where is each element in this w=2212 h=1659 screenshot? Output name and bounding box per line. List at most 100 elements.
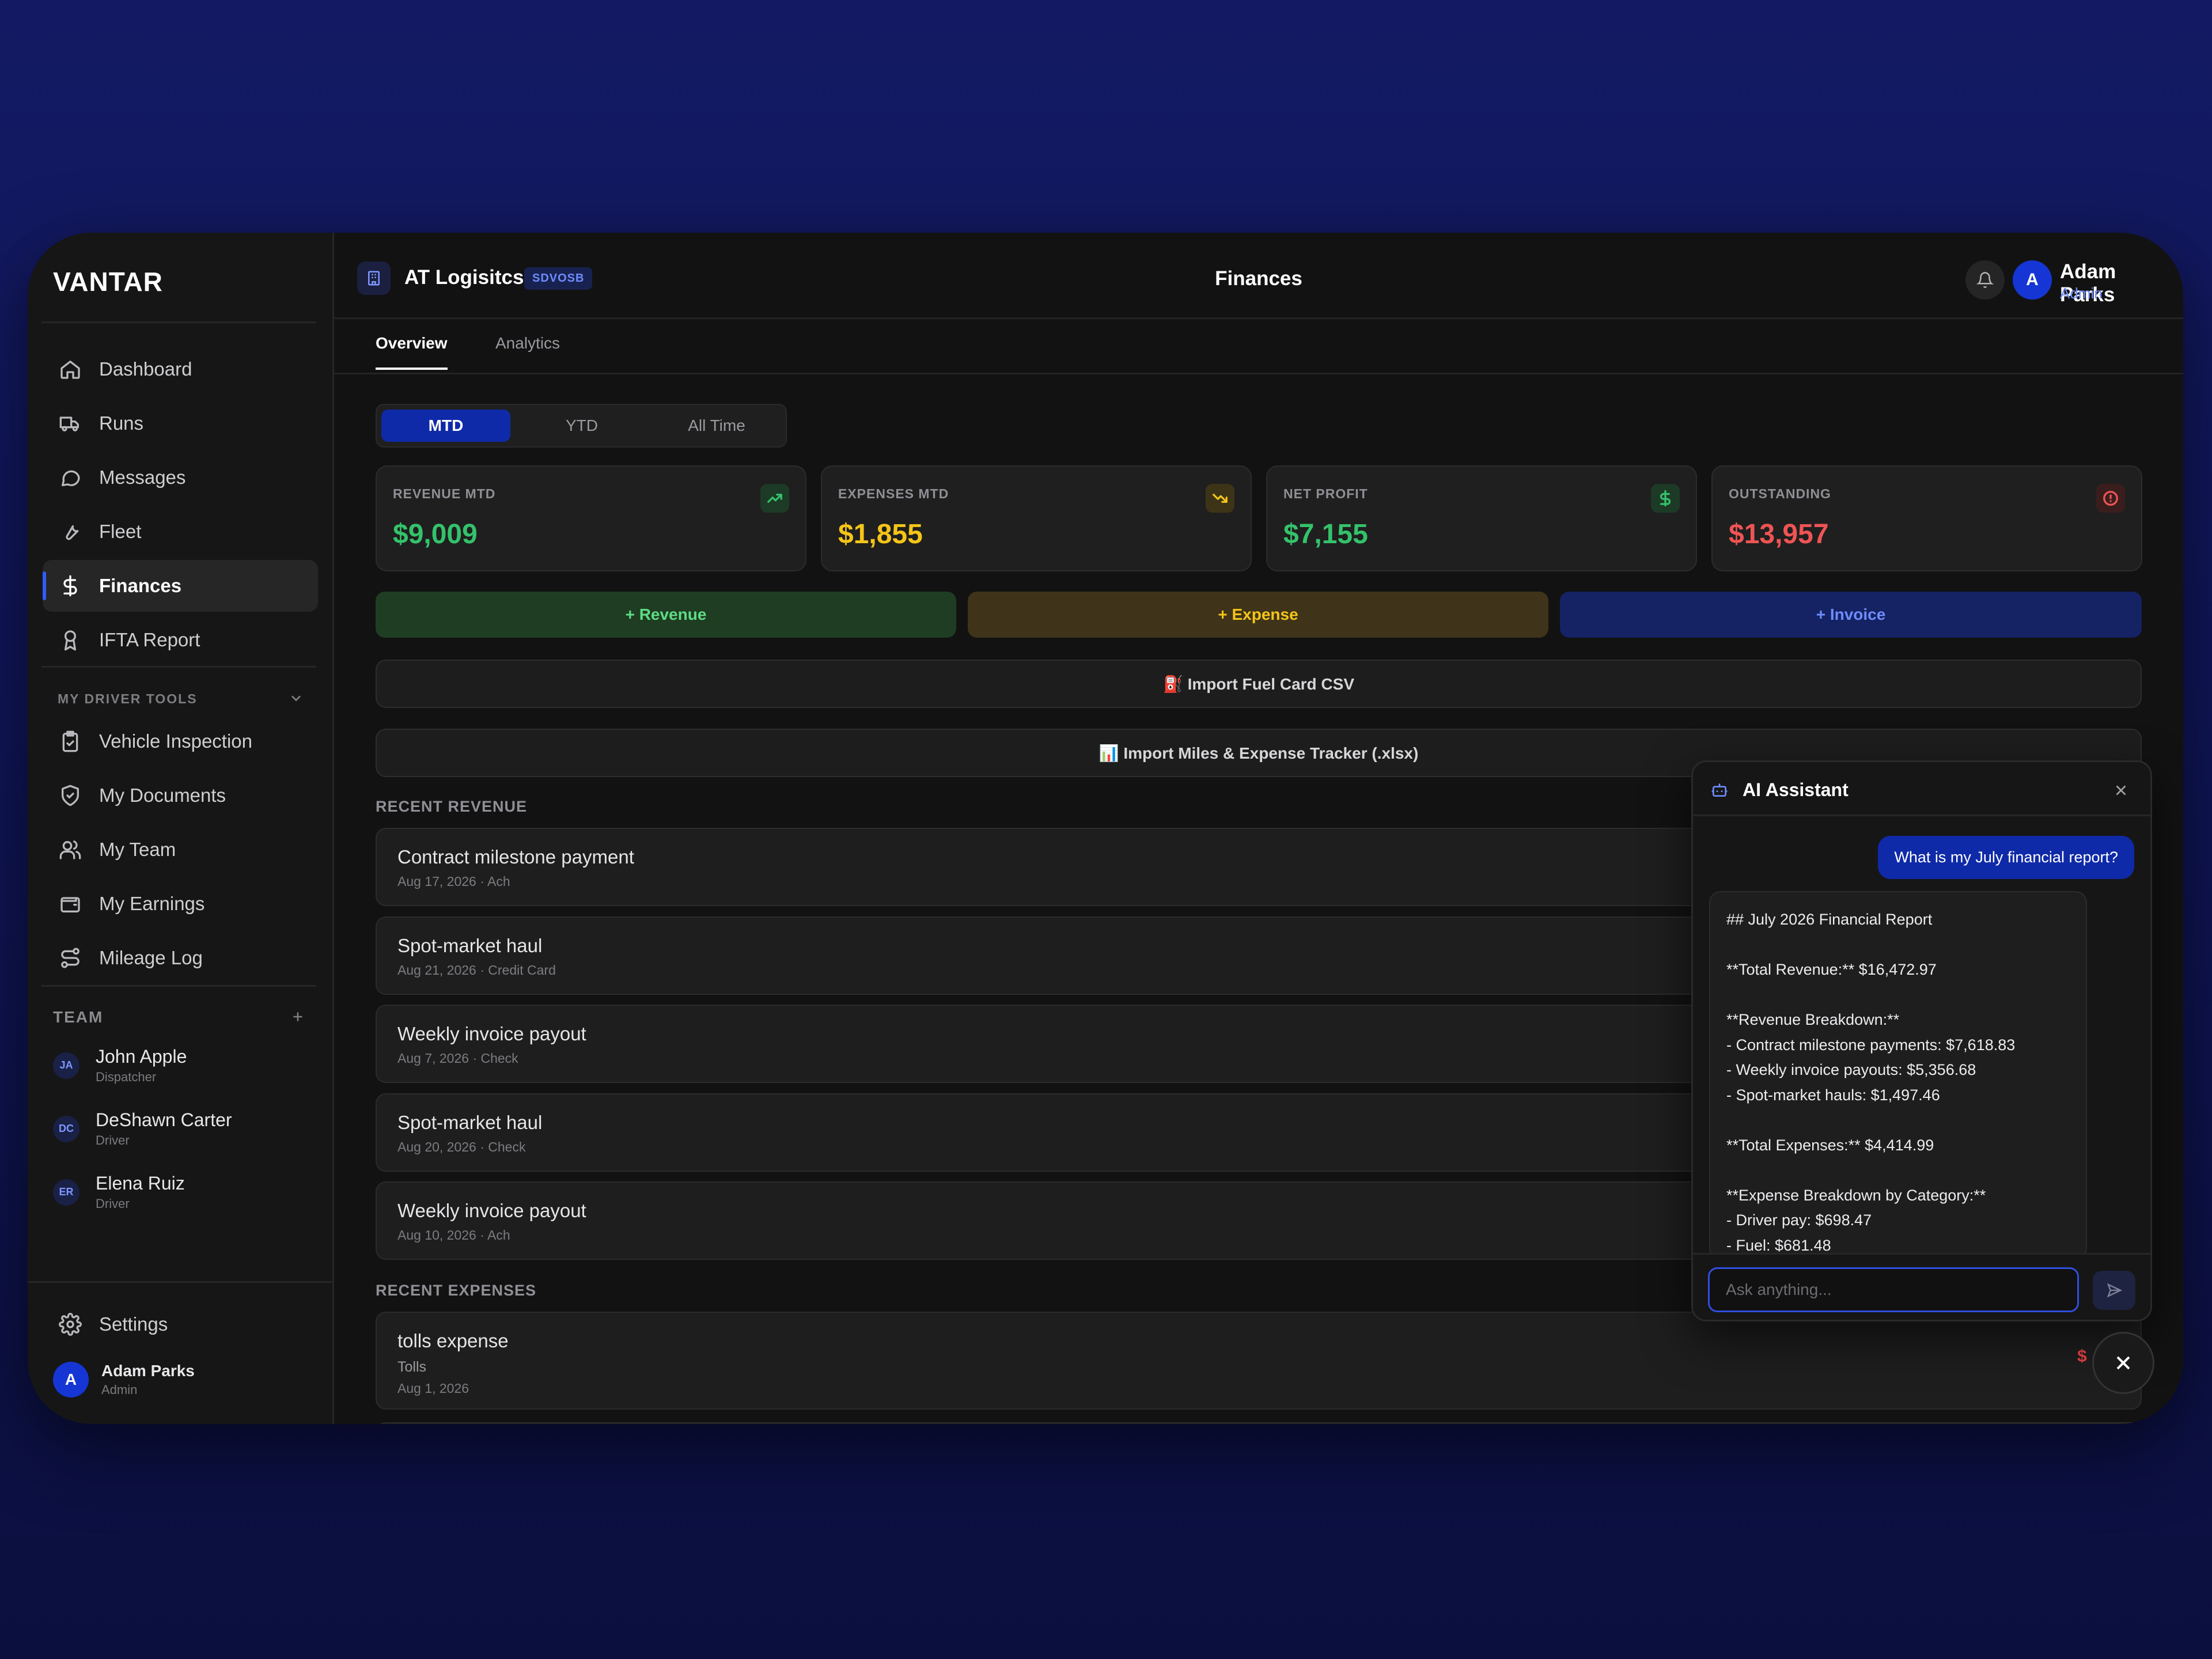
kpi-label: REVENUE MTD xyxy=(393,486,496,501)
nav-finances[interactable]: Finances xyxy=(43,560,318,612)
user-name: Adam Parks xyxy=(101,1362,195,1380)
team-member[interactable]: JA John Apple Dispatcher xyxy=(53,1046,187,1085)
user-message: What is my July financial report? xyxy=(1878,836,2134,879)
expense-row[interactable]: tolls expense Tolls Aug 1, 2026 xyxy=(376,1312,2142,1410)
add-expense-button[interactable]: + Expense xyxy=(968,592,1548,638)
nav-vehicle-inspection[interactable]: Vehicle Inspection xyxy=(43,715,318,767)
tab-bar: Overview Analytics xyxy=(334,319,2183,374)
add-team-member-icon[interactable] xyxy=(290,1009,305,1024)
nav-my-earnings[interactable]: My Earnings xyxy=(43,878,318,930)
period-all-time[interactable]: All Time xyxy=(652,410,781,442)
badge-icon xyxy=(65,630,76,651)
close-assistant-button[interactable] xyxy=(2092,1332,2154,1394)
row-title: Weekly invoice payout xyxy=(397,1200,586,1221)
team-member-role: Driver xyxy=(96,1133,130,1147)
period-ytd[interactable]: YTD xyxy=(517,410,646,442)
row-date: Aug 1, 2026 xyxy=(397,1381,469,1396)
period-mtd[interactable]: MTD xyxy=(381,410,510,442)
nav-settings[interactable]: Settings xyxy=(43,1298,318,1350)
trending-up-icon xyxy=(760,484,789,513)
kpi-value: $13,957 xyxy=(1729,519,1829,550)
user-role: Admin xyxy=(101,1382,138,1397)
nav-my-documents[interactable]: My Documents xyxy=(43,770,318,821)
assistant-message: ## July 2026 Financial Report **Total Re… xyxy=(1709,891,2087,1260)
recent-revenue-heading: RECENT REVENUE xyxy=(376,798,528,815)
row-meta: Aug 20, 2026 · Check xyxy=(397,1139,526,1154)
sidebar: VANTAR Dashboard Runs Messages Fleet Fin… xyxy=(28,233,334,1424)
team-member-role: Dispatcher xyxy=(96,1070,157,1084)
nav-label: Vehicle Inspection xyxy=(99,730,253,752)
avatar: DC xyxy=(53,1115,79,1142)
row-title: tolls expense xyxy=(397,1330,509,1351)
expense-row[interactable] xyxy=(376,1422,2142,1424)
app-window: VANTAR Dashboard Runs Messages Fleet Fin… xyxy=(28,233,2183,1424)
row-category: Tolls xyxy=(397,1359,427,1375)
wallet-icon xyxy=(60,897,80,912)
alert-circle-icon xyxy=(2096,484,2125,513)
notifications-button[interactable] xyxy=(1965,260,2005,300)
nav-fleet[interactable]: Fleet xyxy=(43,506,318,558)
divider xyxy=(41,985,316,987)
row-title: Weekly invoice payout xyxy=(397,1023,586,1044)
kpi-value: $1,855 xyxy=(838,519,923,550)
nav-label: Fleet xyxy=(99,521,142,542)
avatar: ER xyxy=(53,1179,79,1206)
close-icon xyxy=(2116,1356,2130,1370)
chevron-down-icon[interactable] xyxy=(288,690,304,706)
nav-label: IFTA Report xyxy=(99,629,200,650)
send-icon xyxy=(2107,1283,2123,1298)
tab-overview[interactable]: Overview xyxy=(376,334,448,370)
team-member-name: DeShawn Carter xyxy=(96,1109,232,1130)
send-button[interactable] xyxy=(2093,1271,2135,1310)
clipboard-check-icon xyxy=(62,730,78,752)
kpi-label: EXPENSES MTD xyxy=(838,486,949,501)
team-member-name: John Apple xyxy=(96,1046,187,1067)
kpi-outstanding: OUTSTANDING $13,957 xyxy=(1711,465,2142,571)
avatar[interactable]: A xyxy=(2013,260,2052,300)
avatar: JA xyxy=(53,1052,79,1079)
nav-label: Dashboard xyxy=(99,358,192,380)
kpi-revenue: REVENUE MTD $9,009 xyxy=(376,465,806,571)
add-invoice-button[interactable]: + Invoice xyxy=(1560,592,2142,638)
wrench-icon xyxy=(66,525,79,540)
team-member[interactable]: ER Elena Ruiz Driver xyxy=(53,1173,185,1211)
chat-header: AI Assistant xyxy=(1693,762,2150,816)
nav-runs[interactable]: Runs xyxy=(43,397,318,449)
nav-messages[interactable]: Messages xyxy=(43,452,318,503)
recent-expenses-heading: RECENT EXPENSES xyxy=(376,1282,537,1299)
nav-ifta-report[interactable]: IFTA Report xyxy=(43,614,318,666)
row-title: Contract milestone payment xyxy=(397,846,634,868)
period-toggle: MTD YTD All Time xyxy=(376,404,787,448)
chat-input-area xyxy=(1693,1253,2150,1320)
team-member[interactable]: DC DeShawn Carter Driver xyxy=(53,1109,232,1148)
truck-icon xyxy=(59,416,79,431)
team-heading: TEAM xyxy=(53,1008,104,1026)
divider xyxy=(41,666,316,668)
kpi-value: $9,009 xyxy=(393,519,478,550)
team-member-name: Elena Ruiz xyxy=(96,1173,185,1194)
tab-analytics[interactable]: Analytics xyxy=(495,334,560,368)
avatar: A xyxy=(53,1362,89,1397)
nav-label: My Team xyxy=(99,839,176,860)
import-fuel-card-button[interactable]: ⛽ Import Fuel Card CSV xyxy=(376,660,2142,708)
chat-title: AI Assistant xyxy=(1743,779,1849,800)
kpi-label: NET PROFIT xyxy=(1283,486,1368,501)
nav-label: Mileage Log xyxy=(99,947,203,968)
add-revenue-button[interactable]: + Revenue xyxy=(376,592,956,638)
row-meta: Aug 10, 2026 · Ach xyxy=(397,1228,510,1243)
team-member-role: Driver xyxy=(96,1196,130,1211)
message-icon xyxy=(62,470,80,486)
nav-mileage-log[interactable]: Mileage Log xyxy=(43,932,318,984)
close-icon[interactable] xyxy=(2112,782,2130,799)
row-meta: Aug 21, 2026 · Credit Card xyxy=(397,963,556,978)
sidebar-user[interactable]: A Adam Parks Admin xyxy=(53,1362,195,1397)
home-icon xyxy=(60,361,80,379)
shield-check-icon xyxy=(62,785,79,806)
ai-assistant-panel: AI Assistant What is my July financial r… xyxy=(1691,760,2152,1321)
nav-label: My Documents xyxy=(99,785,226,806)
nav-dashboard[interactable]: Dashboard xyxy=(43,343,318,395)
chat-input[interactable] xyxy=(1708,1267,2079,1312)
bell-icon xyxy=(1976,272,1994,288)
user-role: Admin xyxy=(2060,285,2103,302)
nav-my-team[interactable]: My Team xyxy=(43,824,318,876)
